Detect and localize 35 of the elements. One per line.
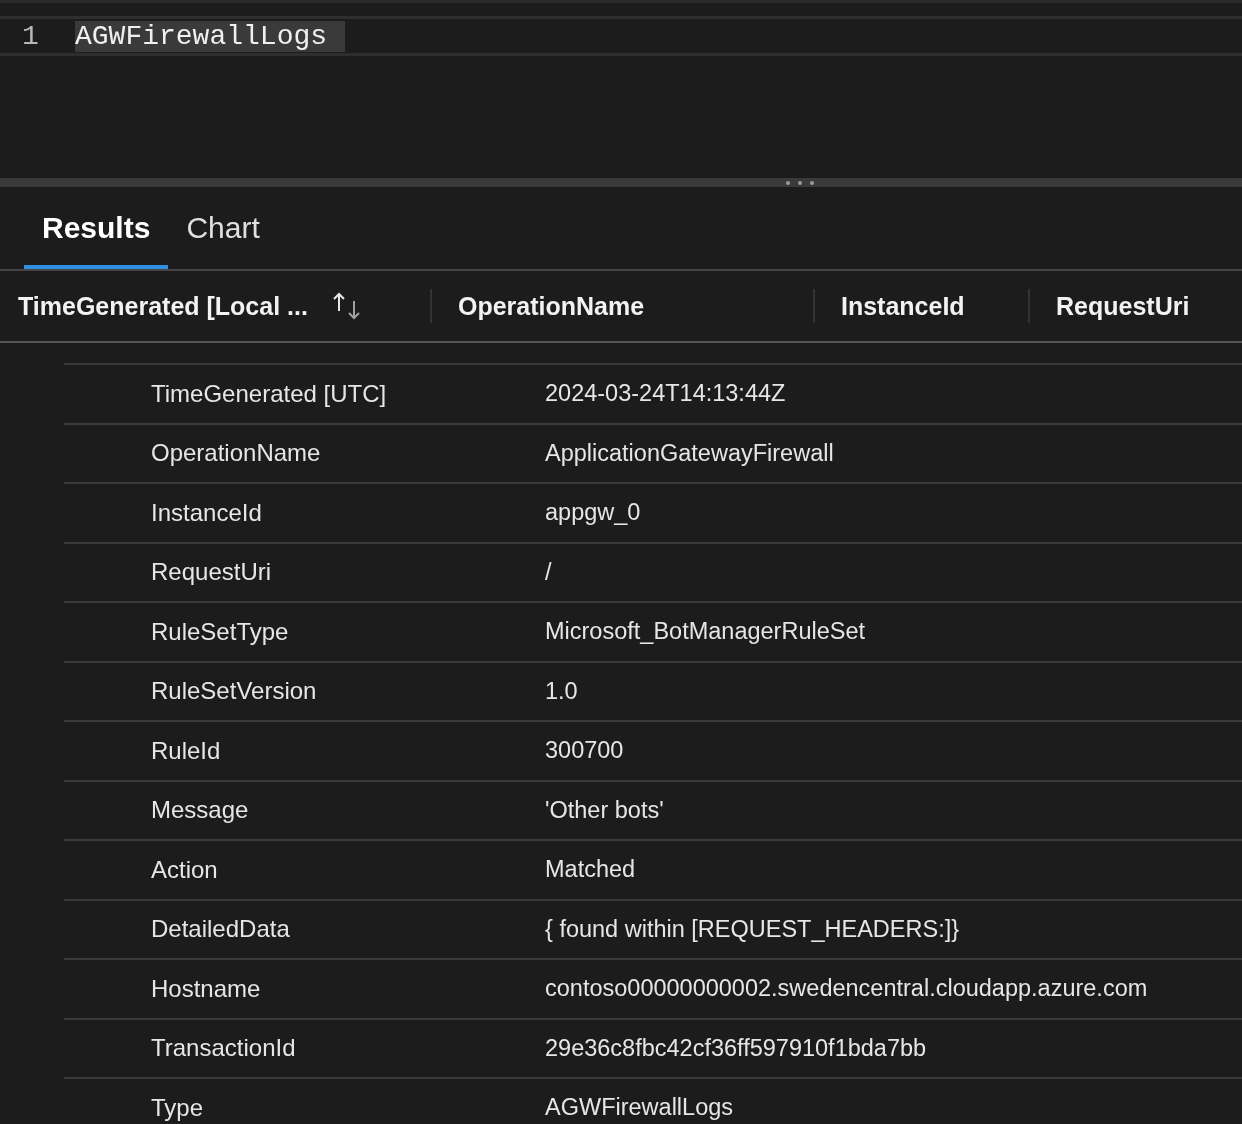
field-value: ApplicationGatewayFirewall — [545, 439, 834, 467]
field-name: TimeGenerated [UTC] — [150, 379, 388, 408]
field-name: TransactionId — [150, 1034, 297, 1063]
field-name: RuleSetVersion — [150, 677, 318, 706]
field-name: DetailedData — [150, 915, 291, 944]
results-tab[interactable]: Chart — [168, 211, 278, 269]
field-name: Hostname — [150, 974, 262, 1003]
column-header[interactable]: TimeGenerated [Local ... — [18, 291, 308, 321]
field-value: Matched — [545, 856, 636, 884]
field-value: 29e36c8fbc42cf36ff597910f1bda7bb — [545, 1034, 927, 1062]
field-name: RequestUri — [150, 558, 273, 587]
field-name: Action — [150, 855, 219, 884]
field-value: 300700 — [545, 737, 624, 765]
query-text[interactable]: AGWFirewallLogs — [75, 20, 346, 52]
field-name: RuleSetType — [150, 617, 290, 646]
field-value: 2024-03-24T14:13:44Z — [545, 380, 786, 408]
field-value: / — [545, 558, 552, 586]
column-header[interactable]: RequestUri — [1056, 291, 1190, 321]
field-name: OperationName — [150, 439, 322, 468]
results-tab[interactable]: Results — [24, 211, 169, 269]
field-name: Message — [150, 796, 250, 825]
field-value: 1.0 — [545, 677, 578, 705]
field-value: appgw_0 — [545, 499, 641, 527]
column-header[interactable]: InstanceId — [841, 291, 965, 321]
field-name: InstanceId — [150, 498, 263, 527]
drag-handle-icon[interactable] — [785, 179, 815, 186]
line-number: 1 — [21, 20, 40, 52]
field-value: 'Other bots' — [545, 796, 664, 824]
field-value: Microsoft_BotManagerRuleSet — [545, 618, 865, 646]
field-value: AGWFirewallLogs — [545, 1094, 734, 1122]
field-name: Type — [150, 1093, 205, 1122]
field-value: { found within [REQUEST_HEADERS:]} — [545, 915, 960, 943]
field-name: RuleId — [150, 736, 222, 765]
column-header[interactable]: OperationName — [458, 291, 645, 321]
field-value: contoso00000000002.swedencentral.cloudapp.azure.com — [545, 975, 1148, 1003]
